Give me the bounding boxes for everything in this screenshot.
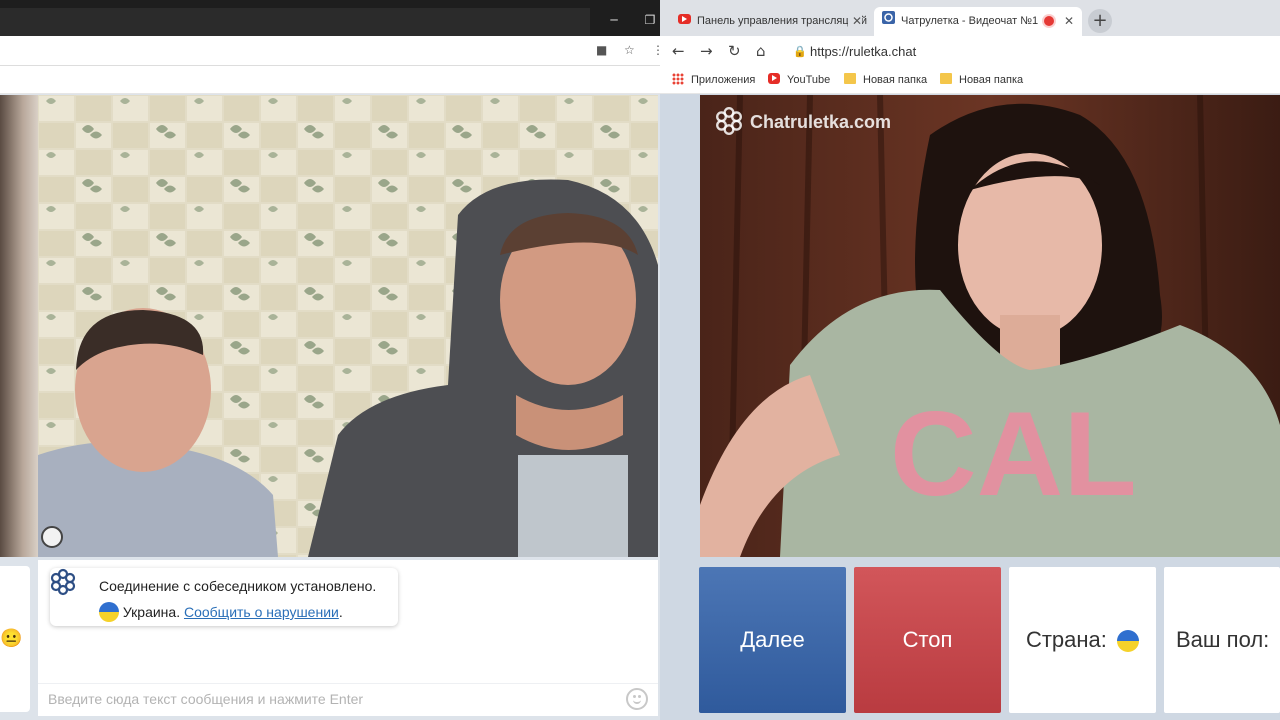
apps-icon xyxy=(672,73,684,85)
tab-stream-dashboard[interactable]: Панель управления трансляцией ✕ xyxy=(670,7,870,36)
left-window-titlebar: ─ ❐ xyxy=(0,0,660,36)
close-tab-icon[interactable]: ✕ xyxy=(847,7,862,35)
bookmark-youtube[interactable]: YouTube xyxy=(768,73,830,86)
watermark-text: Chatruletka.com xyxy=(750,112,892,132)
system-message: Соединение с собеседником установлено. У… xyxy=(50,568,398,626)
youtube-icon xyxy=(768,73,780,84)
forward-icon[interactable]: → xyxy=(700,42,713,60)
partner-country: Украина. xyxy=(122,604,181,620)
tab-chatruletka[interactable]: Чатрулетка - Видеочат №1 ✕ xyxy=(874,7,1082,36)
message-input-area xyxy=(38,683,658,713)
country-label: Страна: xyxy=(1025,627,1107,652)
star-icon[interactable]: ☆ xyxy=(624,43,635,57)
gender-label: Ваш пол: xyxy=(1176,627,1270,652)
tab-title: Чатрулетка - Видеочат №1 xyxy=(901,15,1039,27)
chatroulette-logo-icon xyxy=(716,106,742,136)
chatroulette-logo-icon xyxy=(50,568,76,596)
partner-webcam-video: CAL xyxy=(700,95,1280,557)
chatruletka-watermark: Chatruletka.com xyxy=(714,106,891,136)
partner-country-line: Украина. Сообщить о нарушении. xyxy=(99,602,343,622)
svg-text:CAL: CAL xyxy=(890,387,1137,521)
report-suffix: . xyxy=(338,604,343,620)
back-icon[interactable]: ← xyxy=(672,42,685,60)
bookmark-folder-2[interactable]: Новая папка xyxy=(940,73,1023,86)
ukraine-flag-icon xyxy=(99,602,119,622)
bookmark-label: Новая папка xyxy=(959,74,1024,86)
tab-strip: Панель управления трансляцией ✕ Чатрулет… xyxy=(660,0,1280,36)
gender-selector-button[interactable]: Ваш пол: xyxy=(1164,567,1280,713)
bookmark-label: Приложения xyxy=(691,74,756,86)
reload-icon[interactable]: ↻ xyxy=(728,42,741,60)
close-tab-icon[interactable]: ✕ xyxy=(1064,7,1074,35)
country-selector-button[interactable]: Страна: xyxy=(1009,567,1156,713)
stop-button[interactable]: Стоп xyxy=(854,567,1001,713)
smiley-icon[interactable] xyxy=(626,688,648,710)
own-webcam-image xyxy=(38,95,658,557)
ukraine-flag-icon xyxy=(1117,630,1140,652)
bookmark-label: YouTube xyxy=(787,74,831,86)
url-field[interactable]: https://ruletka.chat xyxy=(810,44,916,59)
message-input[interactable] xyxy=(48,689,618,709)
folder-icon xyxy=(940,73,952,84)
next-button[interactable]: Далее xyxy=(699,567,846,713)
bookmark-label: Новая папка xyxy=(863,74,928,86)
left-window-toolbar: ■ ☆ ⋮ xyxy=(0,36,664,66)
lock-icon: 🔒 xyxy=(793,45,807,58)
left-window-bookmarks-bar xyxy=(0,66,660,94)
tab-title: Панель управления трансляцией xyxy=(697,15,868,27)
emoji-icon: 😐 xyxy=(0,628,23,648)
minimize-button[interactable]: ─ xyxy=(596,8,632,32)
folder-icon xyxy=(844,73,856,84)
partner-webcam-image: CAL xyxy=(700,95,1280,557)
bookmark-folder-1[interactable]: Новая папка xyxy=(844,73,927,86)
bookmarks-bar: Приложения YouTube Новая папка Новая пап… xyxy=(660,66,1280,94)
camera-icon[interactable]: ■ xyxy=(596,43,607,57)
bookmark-apps[interactable]: Приложения xyxy=(672,73,755,86)
chatroulette-icon xyxy=(882,7,895,35)
report-violation-link[interactable]: Сообщить о нарушении xyxy=(184,604,339,620)
connection-established-text: Соединение с собеседником установлено. xyxy=(99,578,377,594)
new-tab-button[interactable]: + xyxy=(1088,9,1112,33)
left-window-tabstrip xyxy=(0,8,590,36)
youtube-icon xyxy=(678,7,691,35)
address-bar: ← → ↻ ⌂ 🔒 https://ruletka.chat xyxy=(660,36,1280,66)
own-webcam-video xyxy=(38,95,658,557)
recording-indicator-icon xyxy=(1044,16,1054,26)
home-icon[interactable]: ⌂ xyxy=(756,42,766,60)
left-video-edge xyxy=(0,95,38,557)
